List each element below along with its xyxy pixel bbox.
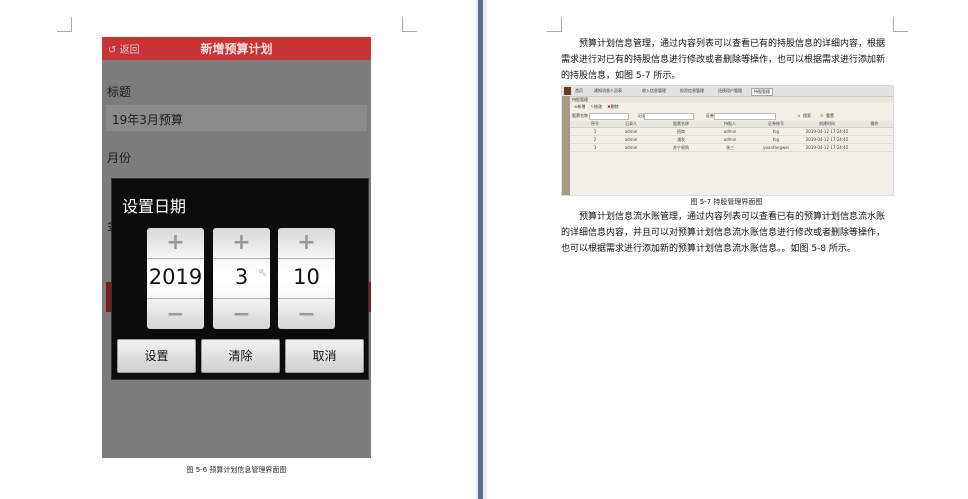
table-cell: 1 bbox=[584, 127, 606, 136]
day-value: 10 bbox=[293, 265, 320, 289]
phone-page-title: 新增预算计划 bbox=[200, 42, 273, 56]
table-cell: 2019-04-12 17:24:42 bbox=[798, 143, 856, 152]
year-spinner[interactable]: + 2019 − bbox=[147, 228, 204, 329]
title-field-value: 19年3月预算 bbox=[112, 113, 183, 127]
search-label-stock: 股票名称 bbox=[572, 113, 588, 118]
phone-title-bar: ↺ 返回 新增预算计划 bbox=[102, 37, 371, 60]
table-cell bbox=[856, 135, 893, 144]
paragraph-holdings: 预算计划信息管理，通过内容列表可以查看已有的持股信息的详细内容，根据需求进行对已… bbox=[561, 36, 893, 84]
crop-mark bbox=[547, 17, 562, 32]
spinner-divider bbox=[213, 298, 270, 299]
table-cell: 浦发 bbox=[656, 135, 706, 144]
spinner-divider bbox=[278, 298, 335, 299]
label-title: 标题 bbox=[107, 85, 132, 99]
month-plus-icon[interactable]: + bbox=[213, 230, 270, 255]
reset-button[interactable]: 重置 bbox=[826, 111, 834, 120]
table-row[interactable]: 3 admin 苏宁易购 张三 yuanfangwei 2019-04-12 1… bbox=[570, 143, 893, 152]
spinner-divider bbox=[278, 258, 335, 259]
table-cell: 2 bbox=[584, 135, 606, 144]
table-cell: 招商 bbox=[656, 127, 706, 136]
table-cell: admin bbox=[706, 135, 754, 144]
table-cell: 苏宁易购 bbox=[656, 143, 706, 152]
tab-investment[interactable]: 投资信息管理 bbox=[680, 88, 704, 94]
table-row[interactable]: 1 admin 招商 admin fcg 2019-04-12 17:24:42 bbox=[570, 127, 893, 136]
row-checkbox[interactable] bbox=[570, 127, 584, 136]
reset-icon: ⚙ bbox=[820, 113, 824, 118]
table-cell: fcg bbox=[754, 135, 798, 144]
search-stock-input[interactable] bbox=[589, 113, 629, 120]
add-button[interactable]: 新增 bbox=[577, 104, 585, 109]
tab-income[interactable]: 收入信息管理 bbox=[642, 88, 666, 94]
day-plus-icon[interactable]: + bbox=[278, 230, 335, 255]
year-value: 2019 bbox=[148, 265, 203, 289]
table-cell: fcg bbox=[754, 127, 798, 136]
label-month: 月份 bbox=[107, 151, 132, 165]
search-button[interactable]: 搜索 bbox=[803, 111, 811, 120]
holdings-table: 序号 记录人 股票名称 持股人 证券账号 创建时间 操作 1 admin 招商 … bbox=[570, 121, 893, 152]
app-top-bar: 首页 通知消息人员表 收入信息管理 投资信息管理 还债用户管理 持股管理 bbox=[562, 86, 893, 97]
table-cell: 3 bbox=[584, 143, 606, 152]
table-cell bbox=[856, 127, 893, 136]
clear-button[interactable]: 清除 bbox=[201, 339, 280, 373]
table-cell: admin bbox=[606, 143, 656, 152]
app-sidebar bbox=[562, 96, 570, 195]
paragraph-text: 预算计划信息流水账管理，通过内容列表可以查看已有的预算计划信息流水账的详细信息内… bbox=[561, 212, 886, 254]
day-minus-icon[interactable]: − bbox=[278, 302, 335, 327]
tab-holdings[interactable]: 持股管理 bbox=[751, 88, 773, 96]
table-cell bbox=[856, 143, 893, 152]
table-cell: admin bbox=[606, 127, 656, 136]
table-cell: 2019-04-12 17:24:42 bbox=[798, 127, 856, 136]
figure-caption-5-6: 图 5-6 预算计划信息管理界面图 bbox=[186, 466, 287, 474]
table-cell: yuanfangwei bbox=[754, 143, 798, 152]
date-picker-dialog: 设置日期 + 2019 − + 3 − + 10 − 设置 清除 取消 bbox=[111, 178, 369, 380]
search-account-select[interactable] bbox=[714, 113, 776, 120]
crop-mark bbox=[402, 17, 417, 32]
figure-caption-5-7: 图 5-7 持股管理界面图 bbox=[690, 198, 763, 206]
delete-button[interactable]: 删除 bbox=[611, 104, 619, 109]
row-checkbox[interactable] bbox=[570, 143, 584, 152]
table-cell: 张三 bbox=[706, 143, 754, 152]
app-logo-icon bbox=[564, 87, 571, 95]
cancel-button[interactable]: 取消 bbox=[285, 339, 364, 373]
search-icon: ⌕ bbox=[798, 113, 801, 118]
table-cell: admin bbox=[606, 135, 656, 144]
page-gutter bbox=[476, 0, 487, 499]
crop-mark bbox=[57, 17, 72, 32]
table-cell: admin bbox=[706, 127, 754, 136]
section-title: 持股管理 bbox=[572, 97, 588, 102]
paragraph-budget-ledger: 预算计划信息流水账管理，通过内容列表可以查看已有的预算计划信息流水账的详细信息内… bbox=[561, 209, 893, 257]
mouse-cursor-icon: ↖ bbox=[258, 266, 268, 279]
spinner-divider bbox=[147, 258, 204, 259]
tab-debt-users[interactable]: 还债用户管理 bbox=[718, 88, 742, 94]
year-plus-icon[interactable]: + bbox=[147, 230, 204, 255]
toolbar: ⊕新增 ✎修改 ✖删除 bbox=[570, 103, 893, 110]
holdings-screenshot: 首页 通知消息人员表 收入信息管理 投资信息管理 还债用户管理 持股管理 持股管… bbox=[561, 85, 894, 196]
dialog-title: 设置日期 bbox=[122, 197, 187, 216]
paragraph-text: 预算计划信息管理，通过内容列表可以查看已有的持股信息的详细内容，根据需求进行对已… bbox=[561, 39, 886, 81]
spinner-divider bbox=[213, 258, 270, 259]
spinner-divider bbox=[147, 298, 204, 299]
title-field[interactable]: 19年3月预算 bbox=[106, 105, 367, 131]
set-button[interactable]: 设置 bbox=[117, 339, 196, 373]
crop-mark bbox=[893, 17, 908, 32]
month-minus-icon[interactable]: − bbox=[213, 302, 270, 327]
search-recorder-select[interactable] bbox=[644, 113, 694, 120]
gutter-divider bbox=[478, 0, 483, 499]
table-row[interactable]: 2 admin 浦发 admin fcg 2019-04-12 17:24:42 bbox=[570, 135, 893, 144]
tab-notifications[interactable]: 通知消息人员表 bbox=[594, 88, 622, 94]
day-spinner[interactable]: + 10 − bbox=[278, 228, 335, 329]
year-minus-icon[interactable]: − bbox=[147, 302, 204, 327]
row-checkbox[interactable] bbox=[570, 135, 584, 144]
table-cell: 2019-04-12 17:24:42 bbox=[798, 135, 856, 144]
phone-screenshot: ↺ 返回 新增预算计划 标题 19年3月预算 月份 金 设置日期 + 2019 … bbox=[102, 37, 371, 458]
tab-home[interactable]: 首页 bbox=[575, 88, 583, 94]
edit-button[interactable]: 修改 bbox=[594, 104, 602, 109]
